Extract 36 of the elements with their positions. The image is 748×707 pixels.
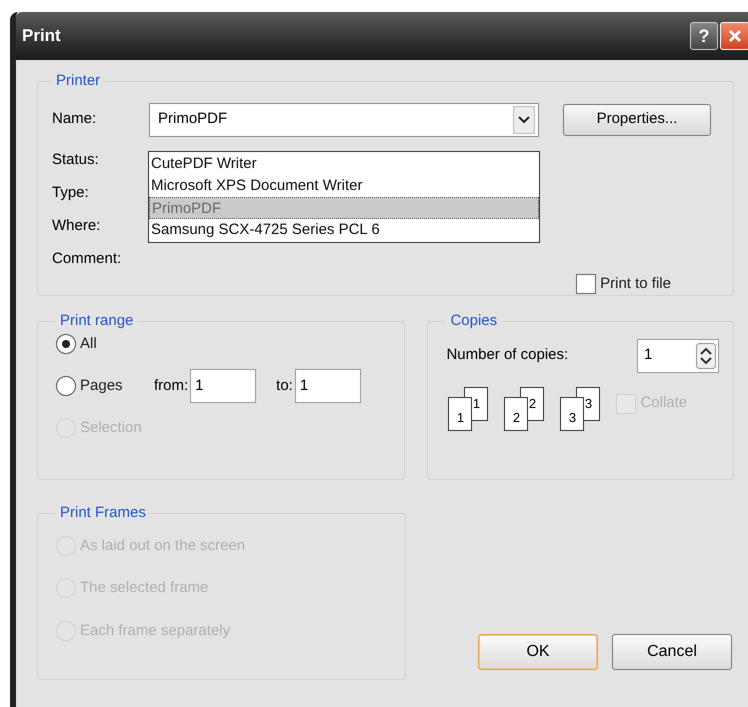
help-button[interactable]: ?	[690, 22, 718, 50]
field-label: Number of copies:	[446, 345, 570, 366]
radio-label: Pages	[80, 376, 123, 396]
copies-spinner[interactable]: 1	[637, 338, 719, 372]
dropdown-option[interactable]: Microsoft XPS Document Writer	[149, 174, 539, 196]
window-title: Print	[22, 25, 62, 48]
checkbox-label: Print to file	[600, 274, 671, 294]
field-label: Status:	[52, 150, 99, 170]
radio-button[interactable]	[56, 376, 76, 396]
dialog-button[interactable]: Cancel	[612, 634, 732, 670]
spinner-arrows-icon	[696, 342, 716, 368]
field-label: to:	[276, 376, 293, 396]
dialog-button[interactable]: OK	[478, 634, 598, 670]
spinner-value: 1	[643, 345, 654, 366]
radio-button[interactable]	[56, 334, 76, 354]
field-label: Type:	[52, 182, 89, 202]
dropdown-option[interactable]: CutePDF Writer	[149, 152, 539, 174]
close-icon	[727, 28, 743, 44]
close-button[interactable]	[720, 22, 748, 50]
group-title: Printer	[55, 71, 102, 91]
dropdown-option[interactable]: Samsung SCX-4725 Series PCL 6	[149, 218, 539, 240]
group-title: Print Frames	[59, 503, 147, 523]
from-field[interactable]: 1	[190, 369, 256, 403]
properties-button[interactable]: Properties...	[563, 104, 711, 136]
checkbox[interactable]	[576, 274, 596, 294]
group-title: Copies	[449, 311, 498, 331]
printer-dropdown[interactable]: PrimoPDF	[149, 102, 539, 136]
to-field[interactable]: 1	[294, 369, 361, 403]
field-label: Where:	[52, 216, 100, 236]
radio-label: All	[80, 334, 97, 354]
dropdown-value: PrimoPDF	[157, 109, 228, 130]
group-title: Print range	[59, 311, 134, 331]
field-label: Name:	[52, 109, 98, 130]
chevron-down-icon	[513, 106, 535, 134]
field-label: from:	[154, 376, 188, 396]
field-label: Comment:	[52, 248, 122, 268]
